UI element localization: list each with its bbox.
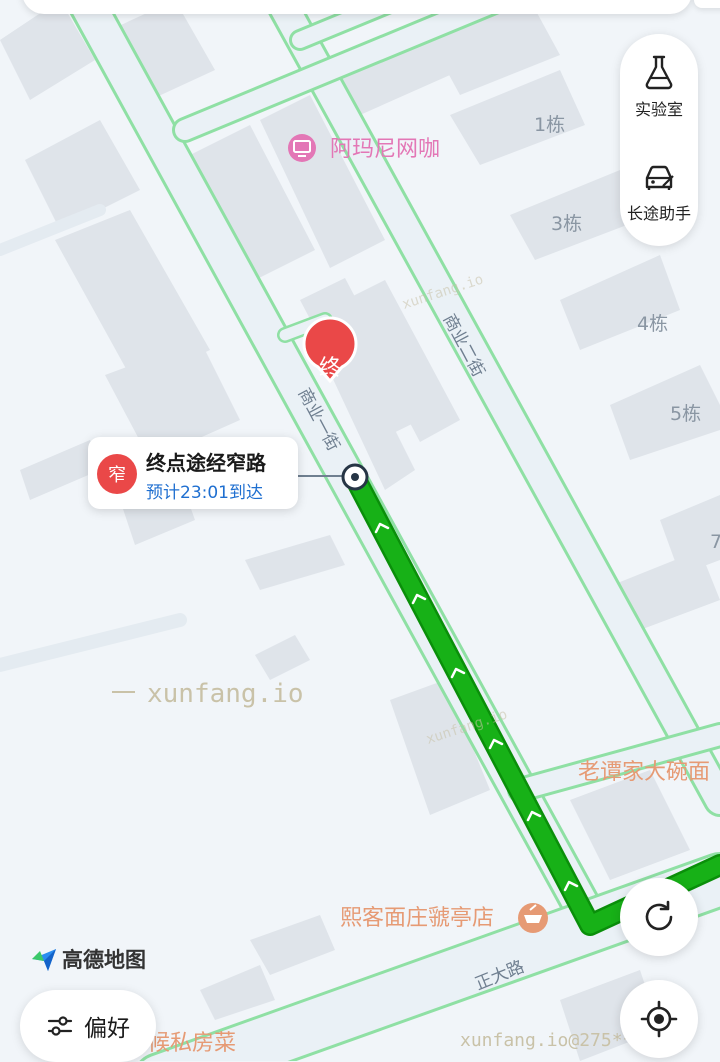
poi-label-xike: 熙客面庄虢亭店	[340, 906, 494, 931]
destination-marker-label: 终	[319, 356, 341, 381]
poi-amani[interactable]: 阿玛尼网咖	[288, 134, 440, 162]
locate-button[interactable]	[620, 980, 698, 1058]
flask-icon	[645, 55, 673, 90]
amap-logo-label: 高德地图	[62, 948, 146, 972]
top-search-bar[interactable]	[22, 0, 692, 14]
poi-label-amani: 阿玛尼网咖	[330, 137, 440, 162]
building-label: 5栋	[670, 403, 701, 425]
refresh-icon	[645, 900, 673, 931]
poi-sifang[interactable]: 候私房菜	[148, 1031, 236, 1056]
building-label: 7	[710, 531, 720, 553]
preference-label: 偏好	[84, 1016, 130, 1042]
top-right-button[interactable]	[694, 0, 720, 8]
callout-title: 终点途经窄路	[146, 451, 266, 475]
narrow-road-badge: 窄	[97, 454, 137, 494]
map-canvas[interactable]: 商业一街 商业二街 正大路 1栋 3栋 4栋 5栋 7 阿玛尼网咖 老谭家大碗面…	[0, 0, 720, 1061]
car-icon	[645, 165, 674, 190]
poi-label-laotan: 老谭家大碗面	[578, 760, 710, 785]
side-tool-panel: 实验室 长途助手	[620, 34, 698, 246]
building-label: 1栋	[534, 114, 565, 136]
amap-logo: 高德地图	[30, 944, 146, 974]
locate-icon	[640, 1000, 678, 1038]
building-label: 4栋	[637, 313, 668, 335]
lab-label: 实验室	[634, 102, 683, 119]
lab-button[interactable]: 实验室	[620, 34, 698, 138]
preference-button[interactable]: 偏好	[20, 990, 156, 1062]
amap-logo-icon	[32, 949, 56, 971]
narrow-road-callout[interactable]: 窄 终点途经窄路 预计23:01到达	[88, 437, 298, 509]
building-label: 3栋	[551, 213, 582, 235]
refresh-button[interactable]	[620, 878, 698, 956]
poi-laotan[interactable]: 老谭家大碗面	[578, 760, 710, 785]
long-trip-assistant-button[interactable]: 长途助手	[620, 138, 698, 242]
sliders-icon	[47, 1016, 73, 1036]
assistant-label: 长途助手	[626, 206, 691, 223]
poi-label-sifang: 候私房菜	[148, 1031, 236, 1056]
callout-eta: 预计23:01到达	[146, 483, 263, 503]
watermark-main: xunfang.io	[147, 679, 304, 709]
